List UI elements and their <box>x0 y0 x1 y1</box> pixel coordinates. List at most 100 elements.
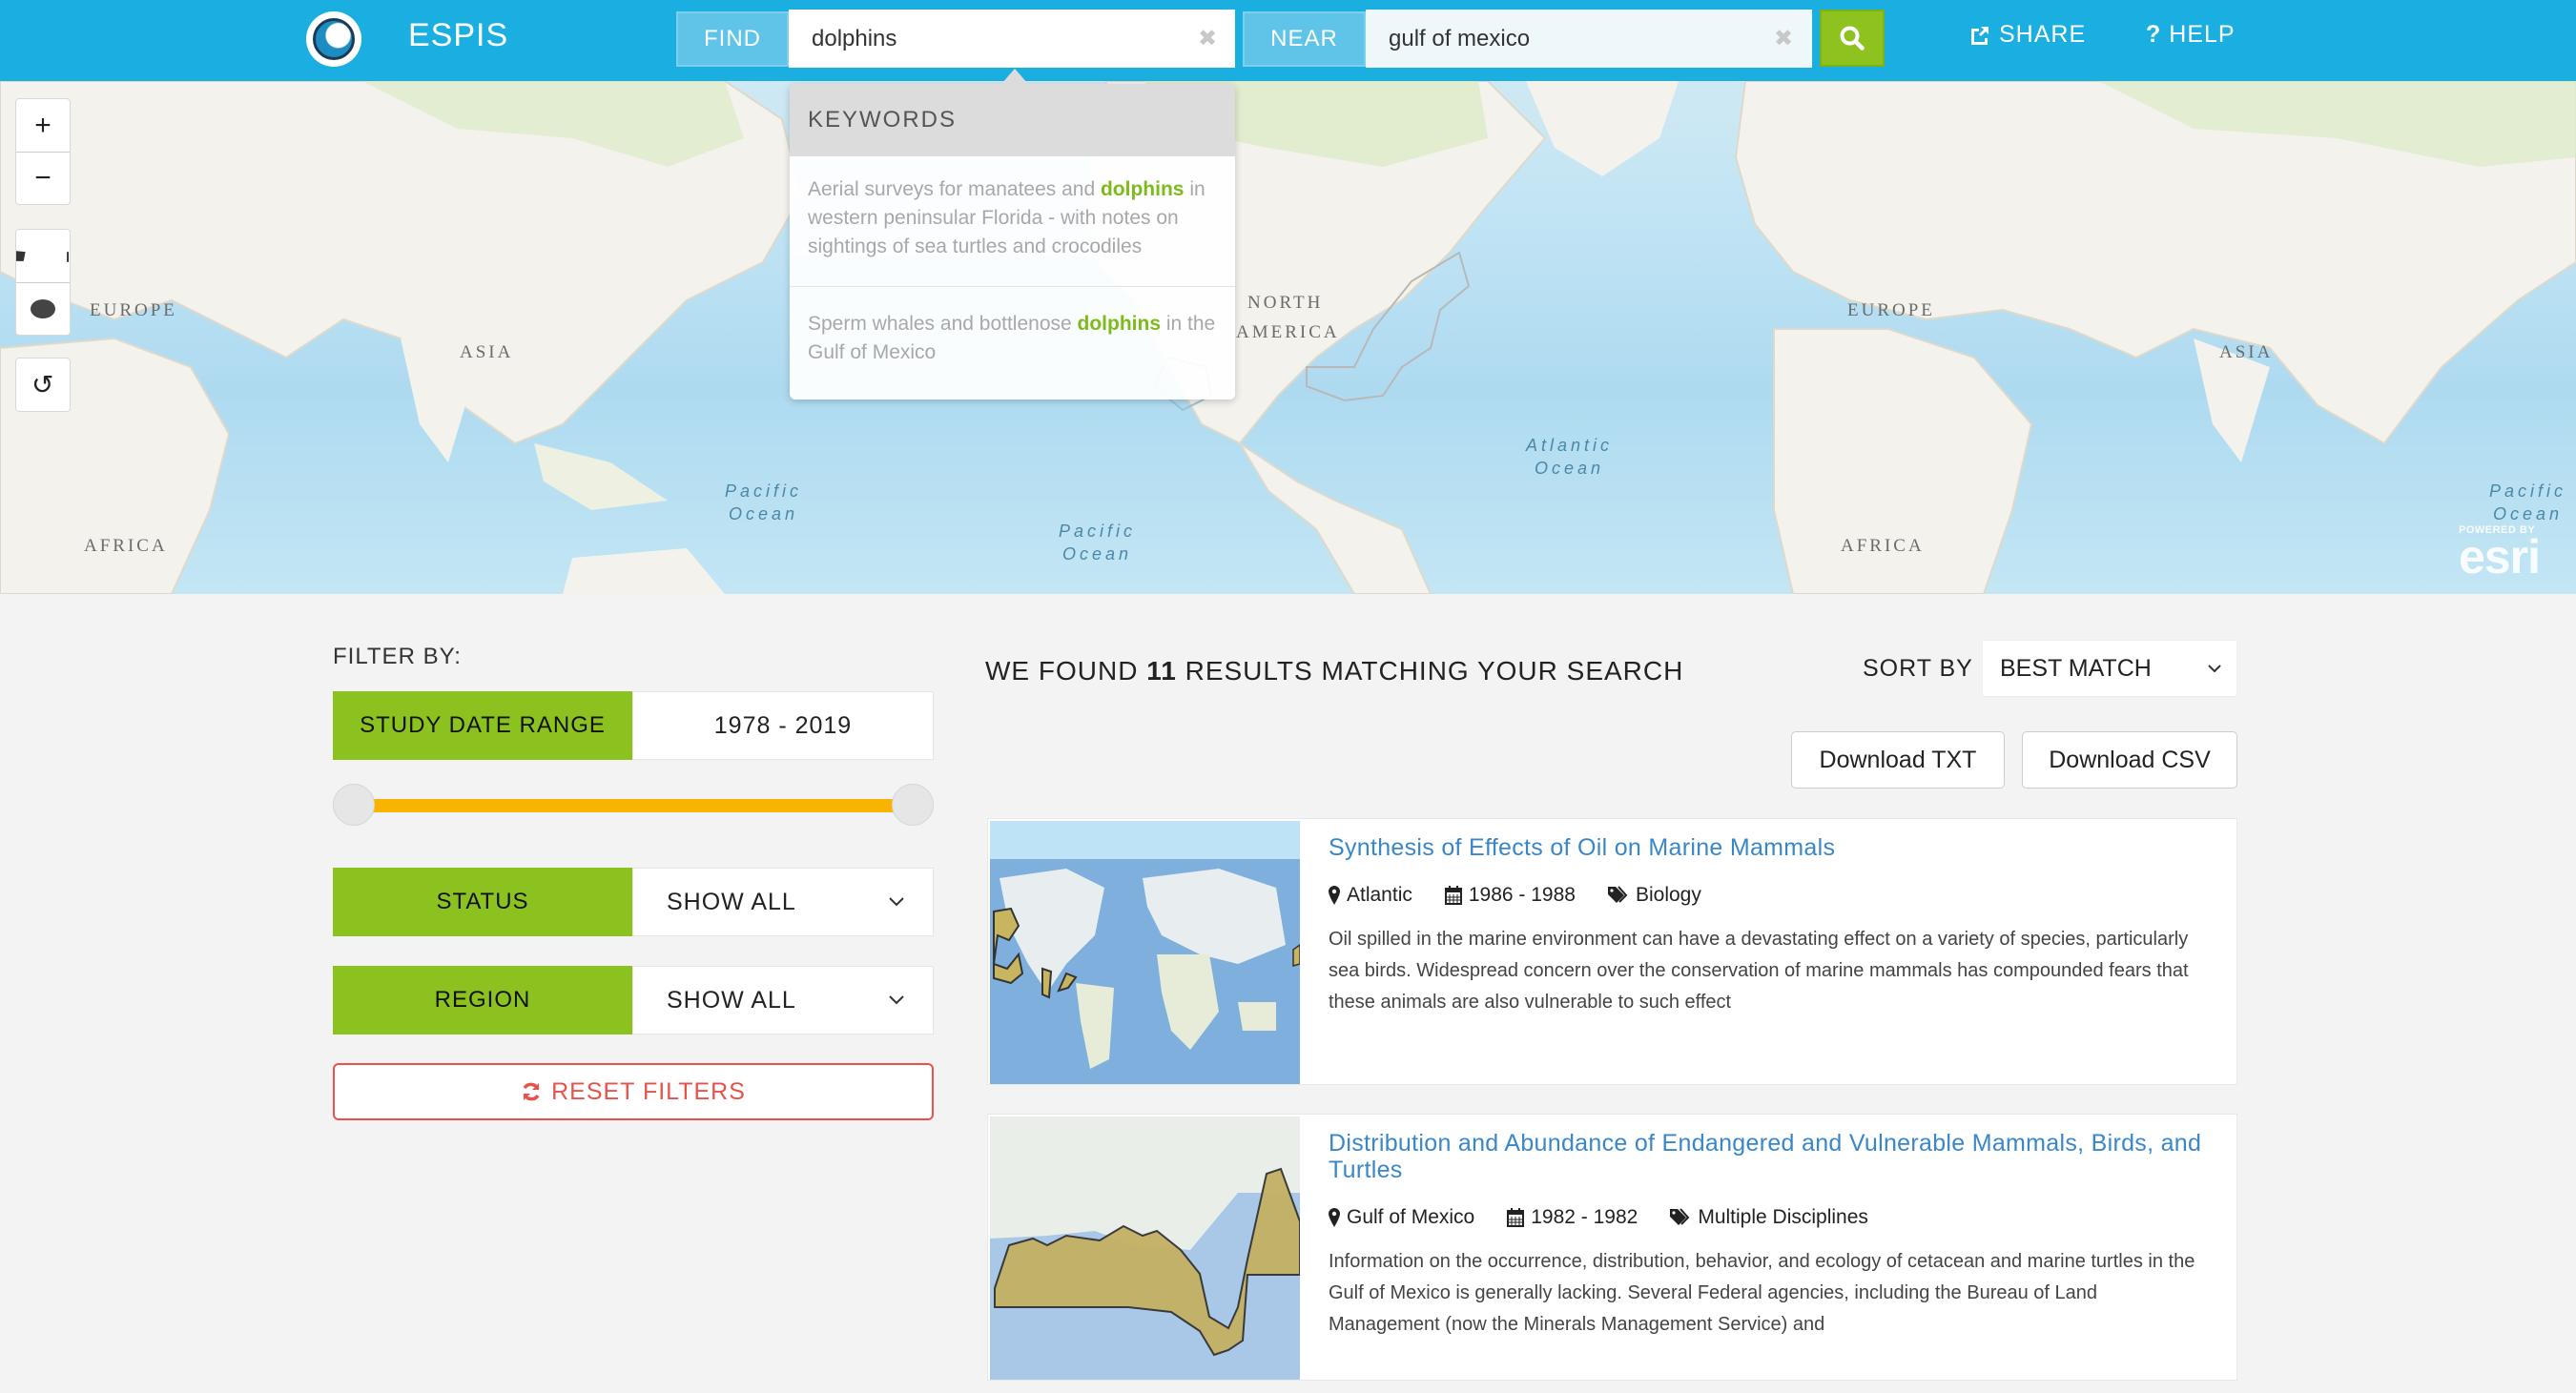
study-date-range-label: STUDY DATE RANGE <box>333 691 632 760</box>
map-label-europe: EUROPE <box>90 300 177 320</box>
map-label-africa: AFRICA <box>84 536 168 556</box>
share-link[interactable]: SHARE <box>1968 21 2086 49</box>
tags-icon <box>1607 886 1628 903</box>
search-icon <box>1840 26 1865 51</box>
slider-track <box>354 799 913 812</box>
region-filter: REGION SHOW ALL <box>333 966 934 1035</box>
filter-by-heading: FILTER BY: <box>333 644 462 669</box>
draw-rectangle-button[interactable] <box>16 230 70 282</box>
keyword-suggestion[interactable]: Sperm whales and bottlenose dolphins in … <box>790 286 1235 392</box>
result-title-link[interactable]: Synthesis of Effects of Oil on Marine Ma… <box>1329 834 2210 861</box>
result-dates-text: 1986 - 1988 <box>1468 884 1576 906</box>
map-label-atlantic: Atlantic Ocean <box>1526 434 1613 480</box>
top-nav-bar: ESPIS FIND ✖ NEAR ✖ SHARE ? HELP <box>0 0 2576 81</box>
world-map-thumbnail <box>990 821 1300 1084</box>
status-filter: STATUS SHOW ALL <box>333 868 934 936</box>
status-label: STATUS <box>333 868 632 936</box>
rectangle-draw-icon <box>16 250 70 262</box>
search-button[interactable] <box>1820 10 1885 67</box>
date-range-slider[interactable] <box>333 784 934 826</box>
zoom-in-button[interactable]: + <box>16 99 70 152</box>
result-description: Oil spilled in the marine environment ca… <box>1329 929 2189 1013</box>
map-marker-icon <box>1329 886 1340 905</box>
esri-attribution[interactable]: POWERED BY esri <box>2459 524 2541 584</box>
status-select[interactable]: SHOW ALL <box>632 868 934 936</box>
result-discipline: Multiple Disciplines <box>1670 1206 1868 1229</box>
map-view[interactable]: EUROPE ASIA AFRICA NORTH AMERICA EUROPE … <box>0 81 2576 594</box>
clear-find-icon[interactable]: ✖ <box>1198 25 1217 52</box>
result-card: Synthesis of Effects of Oil on Marine Ma… <box>987 818 2237 1085</box>
result-discipline-text: Biology <box>1635 884 1701 906</box>
sort-by-label: SORT BY <box>1863 655 1973 682</box>
result-card: Distribution and Abundance of Endangered… <box>987 1114 2237 1381</box>
keywords-heading: KEYWORDS <box>790 84 1235 156</box>
result-discipline-text: Multiple Disciplines <box>1698 1206 1868 1228</box>
zoom-controls: + − <box>15 98 71 205</box>
refresh-icon <box>523 1082 540 1101</box>
map-label-asia: ASIA <box>460 342 514 362</box>
suggestion-match: dolphins <box>1077 313 1162 335</box>
calendar-icon <box>1507 1208 1525 1227</box>
suggestion-text: Aerial surveys for manatees and <box>808 178 1101 200</box>
map-label-pacific-right: Pacific Ocean <box>2489 480 2566 525</box>
brand-name[interactable]: ESPIS <box>408 17 508 54</box>
result-title-link[interactable]: Distribution and Abundance of Endangered… <box>1329 1130 2210 1183</box>
results-count: 11 <box>1146 656 1177 686</box>
clear-near-icon[interactable]: ✖ <box>1774 25 1793 52</box>
sort-select[interactable]: BEST MATCH <box>1982 640 2237 697</box>
ocean-label-line: Pacific <box>1059 522 1137 541</box>
help-link[interactable]: ? HELP <box>2146 21 2236 49</box>
result-description: Information on the occurrence, distribut… <box>1329 1251 2195 1335</box>
calendar-icon <box>1444 886 1462 905</box>
slider-max-handle[interactable] <box>892 784 934 826</box>
gulf-map-thumbnail <box>990 1116 1300 1380</box>
reset-filters-button[interactable]: RESET FILTERS <box>333 1063 934 1120</box>
region-select[interactable]: SHOW ALL <box>632 966 934 1035</box>
dropdown-caret <box>1001 69 1028 84</box>
region-label: REGION <box>333 966 632 1035</box>
keyword-suggestion[interactable]: Aerial surveys for manatees and dolphins… <box>790 156 1235 286</box>
share-label: SHARE <box>1999 21 2087 48</box>
ocean-label-line: Pacific <box>725 481 803 501</box>
tags-icon <box>1670 1208 1690 1225</box>
map-label-north-america-2: AMERICA <box>1236 322 1340 342</box>
map-label-pacific-west: Pacific Ocean <box>725 480 802 525</box>
status-select-value: SHOW ALL <box>667 888 796 915</box>
espis-search-page: ESPIS FIND ✖ NEAR ✖ SHARE ? HELP <box>0 0 2576 1393</box>
chevron-down-icon <box>889 995 904 1005</box>
near-input[interactable] <box>1366 10 1812 68</box>
esri-logo: esri <box>2459 530 2541 584</box>
undo-icon: ↻ <box>31 370 54 399</box>
find-input[interactable] <box>789 10 1235 68</box>
near-label: NEAR <box>1243 11 1366 67</box>
result-meta: Gulf of Mexico 1982 - 1982 Multiple Disc… <box>1329 1206 2210 1229</box>
chevron-down-icon <box>2208 664 2221 672</box>
study-date-range-filter: STUDY DATE RANGE 1978 - 2019 <box>333 691 934 760</box>
result-body: Distribution and Abundance of Endangered… <box>1302 1115 2236 1380</box>
result-thumbnail-map[interactable] <box>990 821 1300 1084</box>
map-marker-icon <box>1329 1208 1340 1227</box>
slider-min-handle[interactable] <box>333 784 375 826</box>
result-region: Gulf of Mexico <box>1329 1206 1474 1229</box>
find-label: FIND <box>676 11 789 67</box>
zoom-out-button[interactable]: − <box>16 152 70 204</box>
sort-select-value: BEST MATCH <box>2000 654 2152 682</box>
draw-circle-button[interactable] <box>16 282 70 335</box>
map-label-europe-right: EUROPE <box>1847 300 1935 320</box>
reset-map-button[interactable]: ↻ <box>16 358 70 411</box>
map-label-africa-right: AFRICA <box>1841 536 1925 556</box>
help-label: HELP <box>2169 21 2236 48</box>
suggestion-text: Sperm whales and bottlenose <box>808 313 1078 335</box>
study-date-range-value: 1978 - 2019 <box>632 691 934 760</box>
download-csv-button[interactable]: Download CSV <box>2022 731 2237 789</box>
espis-logo-icon[interactable] <box>306 11 361 67</box>
download-txt-button[interactable]: Download TXT <box>1791 731 2005 789</box>
ocean-label-line: Ocean <box>1061 544 1133 563</box>
results-count-heading: WE FOUND 11 RESULTS MATCHING YOUR SEARCH <box>985 656 1683 686</box>
result-thumbnail-map[interactable] <box>990 1116 1300 1380</box>
result-meta: Atlantic 1986 - 1988 Biology <box>1329 884 2210 907</box>
reset-filters-label: RESET FILTERS <box>551 1077 746 1105</box>
result-region-text: Gulf of Mexico <box>1347 1206 1475 1228</box>
result-discipline: Biology <box>1607 884 1701 907</box>
reset-map-controls: ↻ <box>15 358 71 412</box>
